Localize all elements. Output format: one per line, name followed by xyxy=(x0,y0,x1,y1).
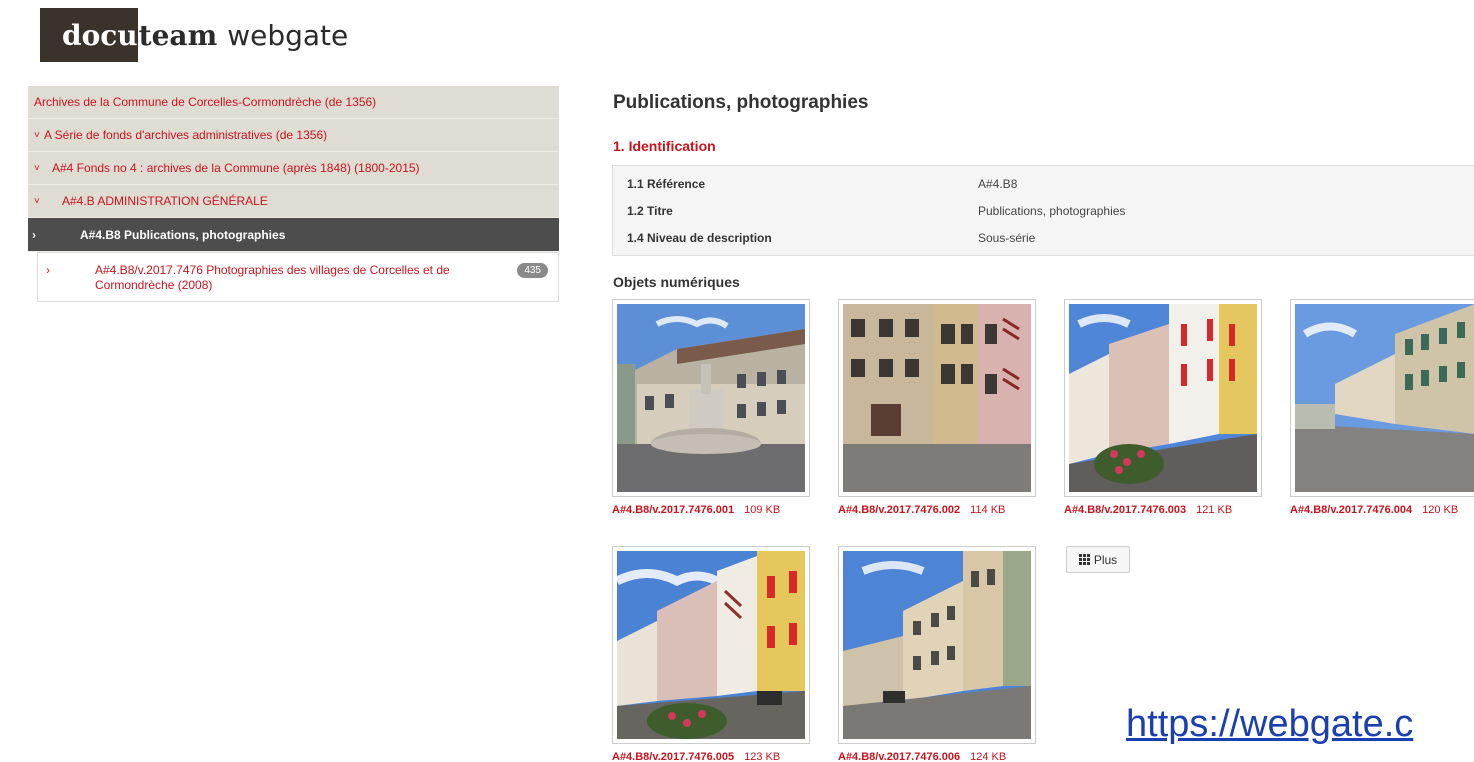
identification-row: 1.1 Référence A#4.B8 xyxy=(613,170,1474,197)
identification-row: 1.4 Niveau de description Sous-série xyxy=(613,224,1474,251)
photo-image xyxy=(1069,304,1257,492)
thumbnail-caption: A#4.B8/v.2017.7476.001 109 KB xyxy=(612,504,780,516)
object-size: 114 KB xyxy=(970,504,1006,516)
object-id-link[interactable]: A#4.B8/v.2017.7476.006 xyxy=(838,751,960,762)
field-value: Sous-série xyxy=(978,230,1036,245)
grid-icon xyxy=(1078,554,1090,565)
tree-item-child-photographies[interactable]: › A#4.B8/v.2017.7476 Photographies des v… xyxy=(37,252,559,302)
thumbnail-photo[interactable] xyxy=(612,299,810,497)
thumbnail-caption: A#4.B8/v.2017.7476.006 124 KB xyxy=(838,751,1006,762)
tree-item-archives-commune[interactable]: Archives de la Commune de Corcelles-Corm… xyxy=(28,86,559,119)
tree-item-label[interactable]: A#4 Fonds no 4 : archives de la Commune … xyxy=(52,161,420,175)
object-size: 123 KB xyxy=(744,751,781,762)
object-id-link[interactable]: A#4.B8/v.2017.7476.002 xyxy=(838,504,960,516)
thumbnail-photo[interactable] xyxy=(838,299,1036,497)
logo-text-docu: docu xyxy=(62,18,138,52)
page-title: Publications, photographies xyxy=(613,92,869,113)
photo-image xyxy=(843,304,1031,492)
thumbnail-caption: A#4.B8/v.2017.7476.004 120 KB xyxy=(1290,504,1474,516)
object-size: 120 KB xyxy=(1422,504,1459,516)
tree-item-label: A#4.B8 Publications, photographies xyxy=(80,227,286,242)
chevron-right-icon: › xyxy=(32,227,36,242)
field-value: Publications, photographies xyxy=(978,203,1126,218)
object-size: 124 KB xyxy=(970,751,1007,762)
photo-image xyxy=(843,551,1031,739)
archive-tree: Archives de la Commune de Corcelles-Corm… xyxy=(28,86,559,302)
chevron-right-icon: › xyxy=(46,263,50,277)
thumbnail-photo[interactable] xyxy=(1064,299,1262,497)
thumbnail-caption: A#4.B8/v.2017.7476.002 114 KB xyxy=(838,504,1005,516)
more-objects-label: Plus xyxy=(1093,552,1118,567)
thumbnail-photo[interactable] xyxy=(612,546,810,744)
more-objects-button[interactable]: Plus xyxy=(1066,546,1130,573)
object-size: 109 KB xyxy=(744,504,781,516)
tree-item-fonds-a4[interactable]: ˅ A#4 Fonds no 4 : archives de la Commun… xyxy=(28,152,559,185)
field-label: 1.4 Niveau de description xyxy=(627,230,772,245)
tree-item-administration[interactable]: ˅ A#4.B ADMINISTRATION GÉNÉRALE xyxy=(28,185,559,218)
tree-item-serie-a[interactable]: ˅ A Série de fonds d'archives administra… xyxy=(28,119,559,152)
photo-image xyxy=(1295,304,1474,492)
thumbnail-caption: A#4.B8/v.2017.7476.005 123 KB xyxy=(612,751,780,762)
tree-item-label[interactable]: A#4.B8/v.2017.7476 Photographies des vil… xyxy=(95,263,475,293)
tree-item-current-publications[interactable]: › A#4.B8 Publications, photographies xyxy=(28,218,559,252)
tree-item-label[interactable]: A Série de fonds d'archives administrati… xyxy=(44,128,327,142)
logo-box: docu xyxy=(40,8,138,62)
chevron-down-icon: ˅ xyxy=(34,195,40,207)
object-id-link[interactable]: A#4.B8/v.2017.7476.004 xyxy=(1290,504,1412,516)
photo-image xyxy=(617,551,805,739)
field-value: A#4.B8 xyxy=(978,176,1018,191)
photo-image xyxy=(617,304,805,492)
object-id-link[interactable]: A#4.B8/v.2017.7476.005 xyxy=(612,751,734,762)
field-label: 1.2 Titre xyxy=(627,203,673,218)
field-label: 1.1 Référence xyxy=(627,176,706,191)
identification-table: 1.1 Référence A#4.B8 1.2 Titre Publicati… xyxy=(612,165,1474,256)
section-title-identification[interactable]: 1. Identification xyxy=(613,138,716,154)
thumbnail-caption: A#4.B8/v.2017.7476.003 121 KB xyxy=(1064,504,1232,516)
tree-item-label[interactable]: Archives de la Commune de Corcelles-Corm… xyxy=(34,95,376,109)
identification-row: 1.2 Titre Publications, photographies xyxy=(613,197,1474,224)
chevron-down-icon: ˅ xyxy=(34,129,40,141)
chevron-down-icon: ˅ xyxy=(34,162,40,174)
logo-text-team: team xyxy=(138,18,218,52)
logo-text-webgate: webgate xyxy=(227,18,349,52)
webgate-url-link[interactable]: https://webgate.c xyxy=(1126,703,1413,746)
thumbnail-photo[interactable] xyxy=(1290,299,1474,497)
object-id-link[interactable]: A#4.B8/v.2017.7476.001 xyxy=(612,504,734,516)
count-badge: 435 xyxy=(517,263,548,278)
thumbnail-photo[interactable] xyxy=(838,546,1036,744)
tree-item-label[interactable]: A#4.B ADMINISTRATION GÉNÉRALE xyxy=(62,194,268,208)
logo[interactable]: docu team webgate xyxy=(40,8,348,62)
object-id-link[interactable]: A#4.B8/v.2017.7476.003 xyxy=(1064,504,1186,516)
object-size: 121 KB xyxy=(1196,504,1233,516)
section-title-digital-objects: Objets numériques xyxy=(613,274,740,290)
